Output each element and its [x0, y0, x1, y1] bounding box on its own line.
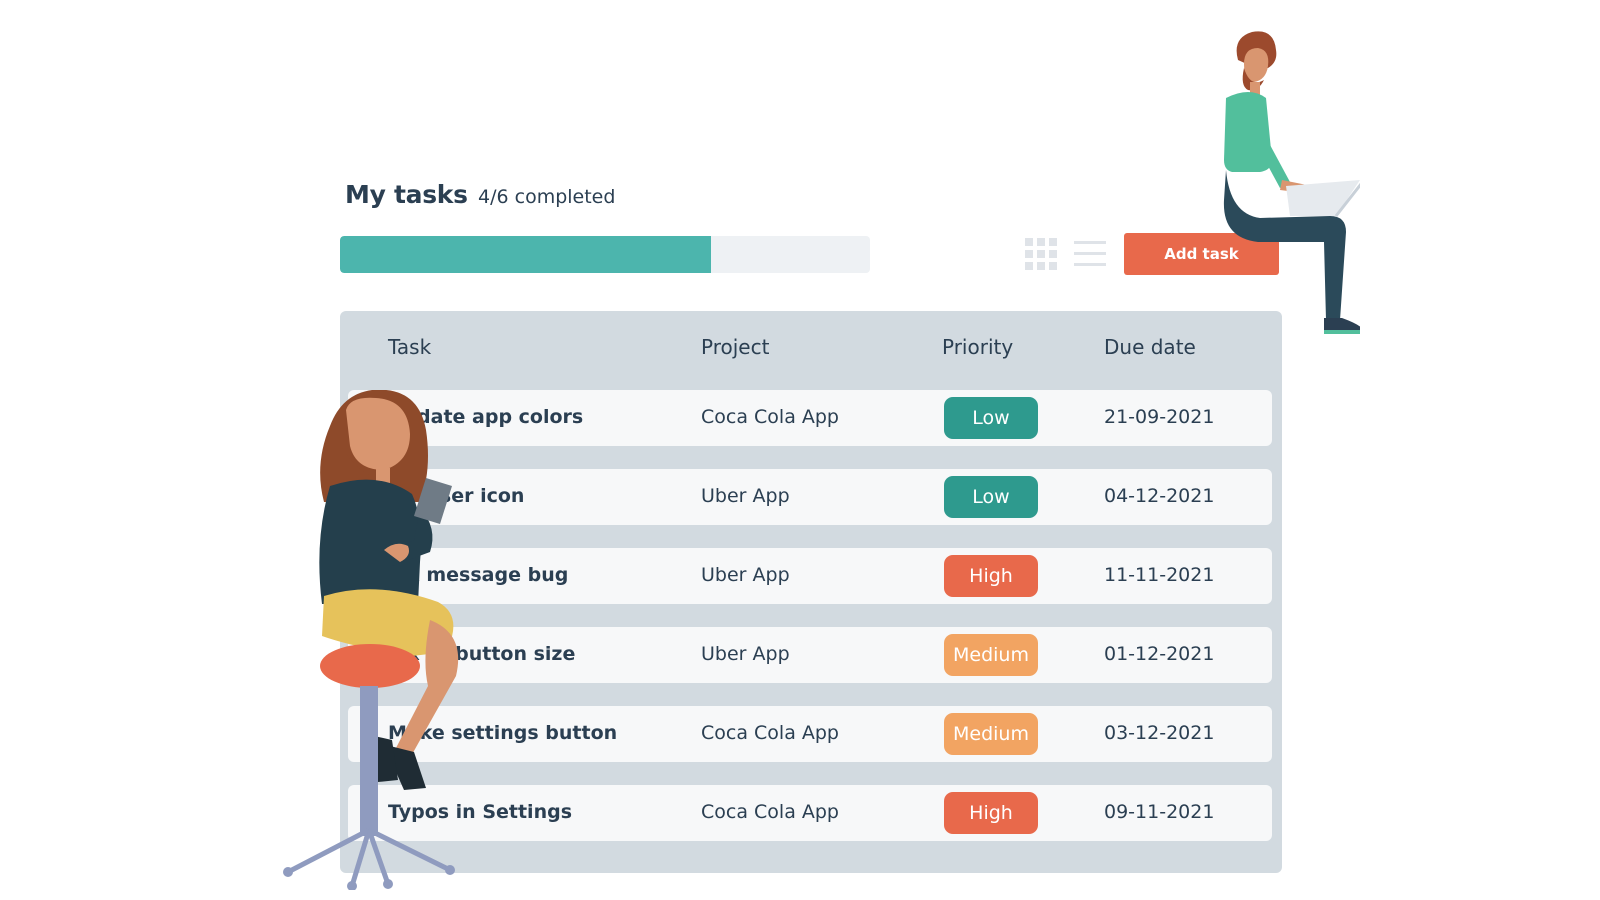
- table-row[interactable]: Fix user icon Uber App Low 04-12-2021: [348, 469, 1272, 525]
- grid-view-icon: [1025, 238, 1057, 270]
- due-date: 11-11-2021: [1104, 564, 1215, 586]
- grid-view-button[interactable]: [1024, 237, 1058, 271]
- table-row[interactable]: Fix message bug Uber App High 11-11-2021: [348, 548, 1272, 604]
- task-name: Typos in Settings: [388, 801, 573, 823]
- due-date: 21-09-2021: [1104, 406, 1215, 428]
- project-name: Uber App: [701, 643, 790, 665]
- task-name: Make settings button: [388, 722, 618, 744]
- page-title: My tasks: [345, 180, 468, 209]
- project-name: Coca Cola App: [701, 722, 839, 744]
- task-name: Fix message bug: [388, 564, 569, 586]
- man-with-laptop-illustration: [1223, 31, 1360, 334]
- column-header-task: Task: [388, 335, 432, 359]
- priority-badge: Low: [944, 397, 1038, 439]
- column-header-due-date: Due date: [1104, 335, 1196, 359]
- tasks-table: Task Project Priority Due date Update ap…: [340, 311, 1282, 873]
- table-row[interactable]: Typos in Settings Coca Cola App High 09-…: [348, 785, 1272, 841]
- priority-badge: High: [944, 792, 1038, 834]
- column-header-project: Project: [701, 335, 770, 359]
- progress-bar: [340, 236, 870, 273]
- completed-count: 4/6 completed: [478, 186, 616, 208]
- due-date: 03-12-2021: [1104, 722, 1215, 744]
- priority-badge: Medium: [944, 713, 1038, 755]
- table-row[interactable]: Update app colors Coca Cola App Low 21-0…: [348, 390, 1272, 446]
- task-name: Update app colors: [388, 406, 584, 428]
- add-task-button[interactable]: Add task: [1124, 233, 1279, 275]
- task-name: Fix to button size: [388, 643, 576, 665]
- priority-badge: Medium: [944, 634, 1038, 676]
- priority-badge: Low: [944, 476, 1038, 518]
- project-name: Coca Cola App: [701, 406, 839, 428]
- due-date: 04-12-2021: [1104, 485, 1215, 507]
- progress-fill: [340, 236, 711, 273]
- list-view-icon: [1074, 241, 1106, 266]
- column-header-priority: Priority: [942, 335, 1014, 359]
- priority-badge: High: [944, 555, 1038, 597]
- project-name: Coca Cola App: [701, 801, 839, 823]
- table-row[interactable]: Make settings button Coca Cola App Mediu…: [348, 706, 1272, 762]
- due-date: 01-12-2021: [1104, 643, 1215, 665]
- project-name: Uber App: [701, 485, 790, 507]
- task-name: Fix user icon: [388, 485, 525, 507]
- project-name: Uber App: [701, 564, 790, 586]
- due-date: 09-11-2021: [1104, 801, 1215, 823]
- table-row[interactable]: Fix to button size Uber App Medium 01-12…: [348, 627, 1272, 683]
- list-view-button[interactable]: [1074, 239, 1106, 269]
